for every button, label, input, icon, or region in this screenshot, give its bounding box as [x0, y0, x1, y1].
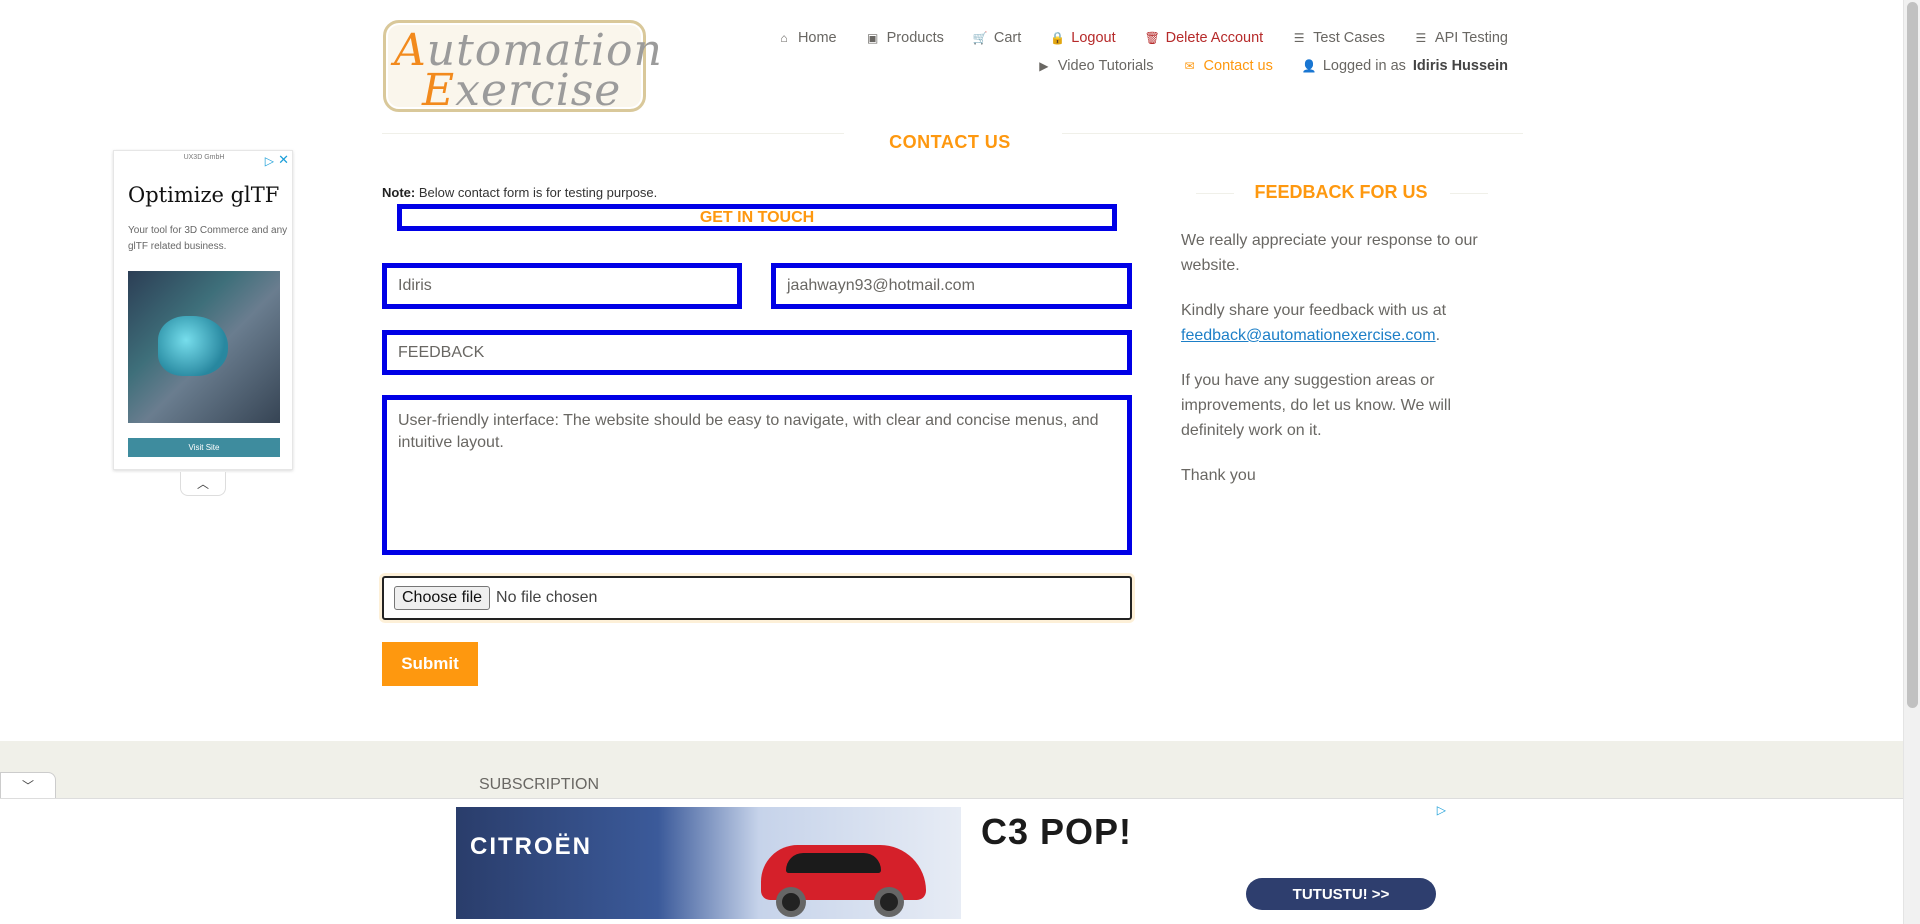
- nav-row-1: ⌂ Home ▣ Products 🛒 Cart 🔒 Logout 🗑 Delete Ac…: [777, 30, 1508, 46]
- nav-cart[interactable]: 🛒 Cart: [973, 30, 1021, 46]
- nav-video-tutorials[interactable]: ▶ Video Tutorials: [1037, 58, 1154, 74]
- briefcase-icon: ▣: [866, 31, 879, 45]
- email-input[interactable]: jaahwayn93@hotmail.com: [771, 263, 1132, 309]
- nav-products[interactable]: ▣ Products: [866, 30, 944, 46]
- subscription-heading: SUBSCRIPTION: [479, 776, 600, 793]
- lock-icon: 🔒: [1050, 31, 1066, 45]
- nav-logout-label: Logout: [1071, 30, 1116, 46]
- file-upload-input[interactable]: Choose file No file chosen: [382, 576, 1132, 620]
- logged-in-username: Idiris Hussein: [1412, 58, 1508, 74]
- scrollbar-thumb[interactable]: [1907, 2, 1918, 708]
- nav-test-cases-label: Test Cases: [1313, 30, 1385, 46]
- user-icon: 👤: [1301, 59, 1317, 73]
- ad-subtext: Your tool for 3D Commerce and any glTF r…: [128, 225, 288, 252]
- file-status: No file chosen: [496, 589, 598, 606]
- message-value: User-friendly interface: The website sho…: [398, 412, 1099, 451]
- chevron-down-icon[interactable]: ﹀: [0, 772, 56, 798]
- ad-car-image: CITROËN: [456, 807, 961, 919]
- ad-bottom-cta-button[interactable]: TUTUSTU! >>: [1246, 878, 1436, 910]
- ad-visit-button[interactable]: Visit Site: [128, 438, 280, 457]
- ad-brand: CITROËN: [470, 833, 592, 860]
- nav-api-testing[interactable]: ☰ API Testing: [1414, 30, 1508, 46]
- car-wheel: [776, 887, 806, 917]
- list-icon: ☰: [1415, 31, 1427, 45]
- nav-products-label: Products: [886, 30, 944, 46]
- logo-line-2: Exercise: [422, 65, 622, 116]
- submit-button[interactable]: Submit: [382, 642, 478, 686]
- nav-delete-account[interactable]: 🗑 Delete Account: [1145, 30, 1264, 46]
- bottom-advertisement[interactable]: CITROËN C3 POP! TUTUSTU! >> ▷: [451, 803, 1454, 924]
- feedback-paragraph-3: If you have any suggestion areas or impr…: [1181, 372, 1452, 439]
- nav-row-2: ▶ Video Tutorials ✉ Contact us 👤 Logged in …: [1037, 58, 1508, 74]
- cart-icon: 🛒: [972, 31, 988, 45]
- nav-logout[interactable]: 🔒 Logout: [1050, 30, 1115, 46]
- nav-contact-us[interactable]: ✉ Contact us: [1183, 58, 1273, 74]
- note-text: Below contact form is for testing purpos…: [415, 185, 658, 200]
- car-wheel: [874, 887, 904, 917]
- ad-image: [128, 271, 280, 423]
- nav-delete-account-label: Delete Account: [1165, 30, 1264, 46]
- subject-value: FEEDBACK: [398, 343, 485, 361]
- feedback-paragraph-4: Thank you: [1181, 467, 1256, 484]
- feedback-title: FEEDBACK FOR US: [1254, 182, 1428, 202]
- adchoices-icon[interactable]: ▷: [1437, 803, 1446, 817]
- youtube-play-icon: ▶: [1039, 59, 1049, 73]
- get-in-touch-heading: GET IN TOUCH: [397, 204, 1117, 231]
- ad-bottom-headline: C3 POP!: [981, 811, 1133, 852]
- feedback-paragraph-2: Kindly share your feedback with us at fe…: [1181, 298, 1501, 348]
- nav-api-testing-label: API Testing: [1434, 30, 1508, 46]
- name-value: Idiris: [398, 277, 432, 294]
- choose-file-button[interactable]: Choose file: [394, 586, 491, 610]
- nav-cart-label: Cart: [993, 30, 1022, 46]
- chevron-up-icon[interactable]: ︿: [180, 472, 226, 496]
- logged-in-status: 👤 Logged in as Idiris Hussein: [1302, 58, 1508, 74]
- vertical-scrollbar[interactable]: [1903, 0, 1920, 924]
- list-icon: ☰: [1293, 31, 1305, 45]
- email-value: jaahwayn93@hotmail.com: [787, 277, 975, 294]
- envelope-icon: ✉: [1184, 59, 1195, 73]
- feedback-p2-text: Kindly share your feedback with us at: [1181, 302, 1447, 319]
- close-icon[interactable]: ✕: [278, 152, 289, 168]
- nav-contact-us-label: Contact us: [1203, 58, 1273, 74]
- feedback-email-link[interactable]: feedback@automationexercise.com: [1181, 327, 1436, 344]
- message-textarea[interactable]: User-friendly interface: The website sho…: [382, 395, 1132, 555]
- site-logo[interactable]: Automation Exercise: [383, 20, 662, 116]
- feedback-paragraph-1: We really appreciate your response to ou…: [1181, 232, 1478, 274]
- trash-icon: 🗑: [1144, 31, 1160, 45]
- nav-video-tutorials-label: Video Tutorials: [1057, 58, 1154, 74]
- subject-input[interactable]: FEEDBACK: [382, 330, 1132, 375]
- main-nav: ⌂ Home ▣ Products 🛒 Cart 🔒 Logout 🗑 Delete Ac…: [777, 30, 1508, 74]
- note-label: Note:: [382, 185, 416, 200]
- footer-widget: [0, 741, 1903, 801]
- side-advertisement[interactable]: UX3D GmbH ▷ ✕ Optimize glTF Your tool fo…: [113, 150, 293, 470]
- logged-in-label: Logged in as: [1322, 58, 1406, 74]
- home-icon: ⌂: [780, 31, 788, 45]
- feedback-p2-end: .: [1435, 327, 1441, 344]
- nav-home[interactable]: ⌂ Home: [777, 30, 837, 46]
- adchoices-icon[interactable]: ▷: [265, 154, 274, 168]
- nav-test-cases[interactable]: ☰ Test Cases: [1292, 30, 1385, 46]
- nav-home-label: Home: [797, 30, 837, 46]
- form-note: Note: Below contact form is for testing …: [382, 185, 657, 200]
- name-input[interactable]: Idiris: [382, 263, 742, 309]
- ad-headline: Optimize glTF: [128, 183, 280, 207]
